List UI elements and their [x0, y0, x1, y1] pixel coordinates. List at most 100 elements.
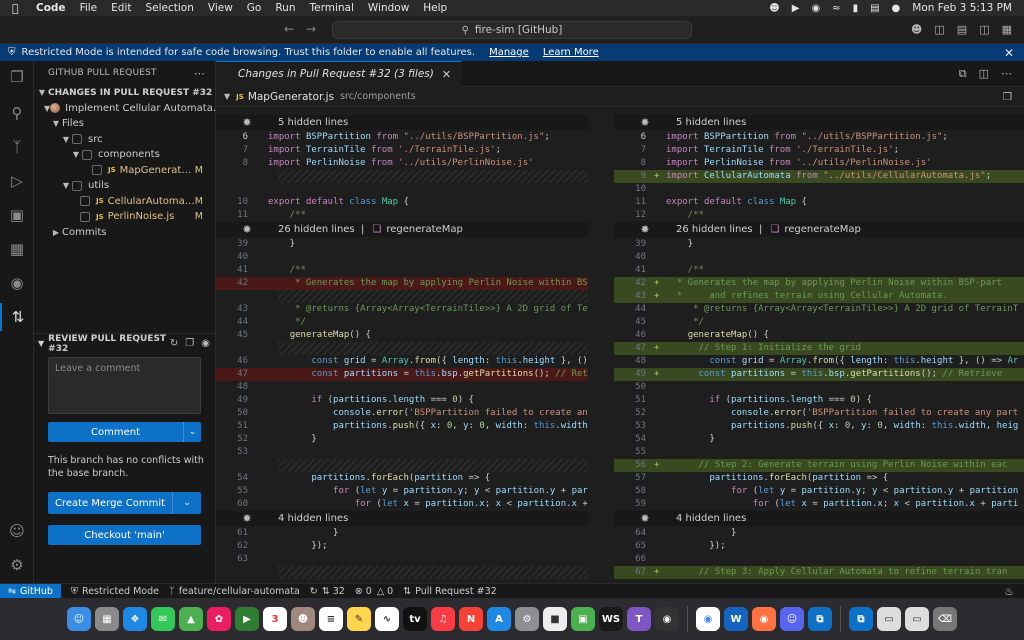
folder-checkbox[interactable] — [72, 180, 82, 191]
firefox-icon[interactable]: ◉ — [752, 607, 776, 631]
branch-status[interactable]: ᛉ feature/cellular-automata — [169, 586, 300, 597]
menu-terminal[interactable]: Terminal — [310, 2, 354, 14]
settings-gear-icon[interactable]: ⚙ — [0, 551, 34, 579]
run-debug-icon[interactable]: ▷ — [0, 167, 34, 195]
minimized-window-icon[interactable]: ▭ — [877, 607, 901, 631]
minimized-window-icon[interactable]: ▭ — [905, 607, 929, 631]
open-changes-icon[interactable]: ⧉ — [959, 67, 967, 81]
messages-icon[interactable]: ✉ — [151, 607, 175, 631]
file-checkbox[interactable] — [92, 165, 102, 176]
record-icon[interactable]: ◉ — [811, 3, 820, 14]
hidden-lines-row[interactable]: ✸ 26 hidden lines | ❏ regenerateMap — [216, 222, 588, 237]
copilot-icon[interactable]: ☻ — [769, 3, 779, 14]
toggle-sidebar-icon[interactable]: ◫ — [934, 23, 944, 36]
forward-arrow-icon[interactable]: → — [306, 22, 316, 36]
launchpad-icon[interactable]: ▦ — [95, 607, 119, 631]
create-merge-commit-button[interactable]: Create Merge Commit — [48, 492, 172, 514]
vscode-window-icon[interactable]: ⧉ — [849, 607, 873, 631]
freeform-icon[interactable]: ∿ — [375, 607, 399, 631]
tree-file-mapgenerator[interactable]: JS MapGenerator.js M — [34, 163, 215, 179]
contacts-icon[interactable]: ☻ — [291, 607, 315, 631]
hidden-lines-row[interactable]: ✸ 4 hidden lines — [614, 511, 1024, 526]
sync-status[interactable]: ↻ ⇅ 32 — [310, 586, 345, 597]
menu-selection[interactable]: Selection — [145, 2, 193, 14]
remote-explorer-icon[interactable]: ▣ — [0, 201, 34, 229]
search-icon[interactable]: ⚲ — [0, 99, 34, 127]
menu-go[interactable]: Go — [247, 2, 262, 14]
webstorm-icon[interactable]: WS — [599, 607, 623, 631]
menu-app[interactable]: Code — [36, 2, 66, 14]
app-icon[interactable]: ◉ — [655, 607, 679, 631]
safari-icon[interactable]: ❖ — [123, 607, 147, 631]
refresh-icon[interactable]: ↻ — [170, 338, 178, 349]
folder-checkbox[interactable] — [82, 149, 92, 160]
remote-indicator[interactable]: ⇋ GitHub — [0, 583, 61, 599]
checkout-main-button[interactable]: Checkout 'main' — [48, 525, 201, 545]
merge-options-chevron-icon[interactable]: ⌄ — [172, 492, 201, 514]
battery-icon[interactable]: ▮ — [853, 3, 859, 14]
tree-components[interactable]: ▼ components — [34, 147, 215, 163]
comment-options-chevron-icon[interactable]: ⌄ — [183, 422, 201, 442]
hidden-lines-row[interactable]: ✸ 4 hidden lines — [216, 511, 588, 526]
extensions-icon[interactable]: ▦ — [0, 235, 34, 263]
comment-button[interactable]: Comment — [48, 422, 183, 442]
more-actions-icon[interactable]: ⋯ — [1001, 67, 1012, 81]
photos-icon[interactable]: ✿ — [207, 607, 231, 631]
file-checkbox[interactable] — [80, 211, 90, 222]
expand-icon[interactable]: ✸ — [216, 116, 278, 129]
folder-checkbox[interactable] — [72, 134, 82, 145]
source-control-icon[interactable]: ᛉ — [0, 133, 34, 161]
tree-file-perlin[interactable]: JS PerlinNoise.js M — [34, 209, 215, 225]
chrome-icon[interactable]: ◉ — [696, 607, 720, 631]
pull-request-status[interactable]: ⇅ Pull Request #32 — [403, 586, 497, 597]
globe-icon[interactable]: ◉ — [201, 338, 210, 349]
learn-more-link[interactable]: Learn More — [543, 47, 599, 58]
copilot-chat-icon[interactable]: ☻ — [911, 23, 922, 36]
menu-help[interactable]: Help — [423, 2, 447, 14]
back-arrow-icon[interactable]: ← — [284, 22, 294, 36]
tv-icon[interactable]: tv — [403, 607, 427, 631]
diff-modified-pane[interactable]: ✸ 5 hidden lines 6 import BSPPartition fro… — [614, 115, 1024, 583]
restricted-mode-status[interactable]: ⛨ Restricted Mode — [71, 586, 159, 597]
explorer-icon[interactable]: ❐ — [0, 63, 34, 91]
play-icon[interactable]: ▶ — [792, 3, 800, 14]
pr-tree-item[interactable]: ▼ Implement Cellular Automata... — [34, 101, 215, 117]
news-icon[interactable]: N — [459, 607, 483, 631]
music-icon[interactable]: ♫ — [431, 607, 455, 631]
toggle-panel-icon[interactable]: ▤ — [957, 23, 967, 36]
expand-icon[interactable]: ✸ — [216, 512, 278, 525]
minecraft-icon[interactable]: ▣ — [571, 607, 595, 631]
tree-src[interactable]: ▼ src — [34, 132, 215, 148]
account-icon[interactable]: ☺ — [0, 517, 34, 545]
copy-icon[interactable]: ❐ — [185, 338, 194, 349]
customize-layout-icon[interactable]: ▦ — [1002, 23, 1012, 36]
changes-section-header[interactable]: ▼ CHANGES IN PULL REQUEST #32 — [34, 85, 215, 101]
toggle-secondary-sidebar-icon[interactable]: ◫ — [979, 23, 989, 36]
review-header[interactable]: ▼ REVIEW PULL REQUEST #32 ↻ ❐ ◉ — [34, 333, 216, 354]
tree-file-cellular[interactable]: JS CellularAutomata.js M — [34, 194, 215, 210]
diff-file-header[interactable]: ▼ JS MapGenerator.js src/components ❐ — [216, 87, 1024, 107]
expand-icon[interactable]: ✸ — [216, 223, 278, 236]
discord-icon[interactable]: ☺ — [780, 607, 804, 631]
vscode-icon[interactable]: ⧉ — [808, 607, 832, 631]
system-settings-icon[interactable]: ⚙ — [515, 607, 539, 631]
menu-edit[interactable]: Edit — [111, 2, 131, 14]
menu-run[interactable]: Run — [275, 2, 295, 14]
reminders-icon[interactable]: ≡ — [319, 607, 343, 631]
diff-original-pane[interactable]: ✸ 5 hidden lines 6 import BSPPartition fro… — [216, 115, 588, 583]
tree-commits[interactable]: ▶ Commits — [34, 225, 215, 241]
menu-file[interactable]: File — [80, 2, 98, 14]
notifications-bell-icon[interactable]: ♨ — [1004, 585, 1014, 598]
calendar-icon[interactable]: 3 — [263, 607, 287, 631]
facetime-icon[interactable]: ▶ — [235, 607, 259, 631]
comment-input[interactable]: Leave a comment — [48, 357, 201, 414]
hidden-lines-row[interactable]: ✸ 26 hidden lines | ❏ regenerateMap — [614, 222, 1024, 237]
close-icon[interactable]: ✕ — [1004, 46, 1014, 60]
roblox-icon[interactable]: ■ — [543, 607, 567, 631]
split-editor-icon[interactable]: ◫ — [979, 67, 989, 81]
tree-files[interactable]: ▼ Files — [34, 116, 215, 132]
expand-icon[interactable]: ✸ — [614, 512, 676, 525]
maps-icon[interactable]: ▲ — [179, 607, 203, 631]
pull-request-icon[interactable]: ⇅ — [0, 303, 34, 331]
menu-view[interactable]: View — [208, 2, 233, 14]
